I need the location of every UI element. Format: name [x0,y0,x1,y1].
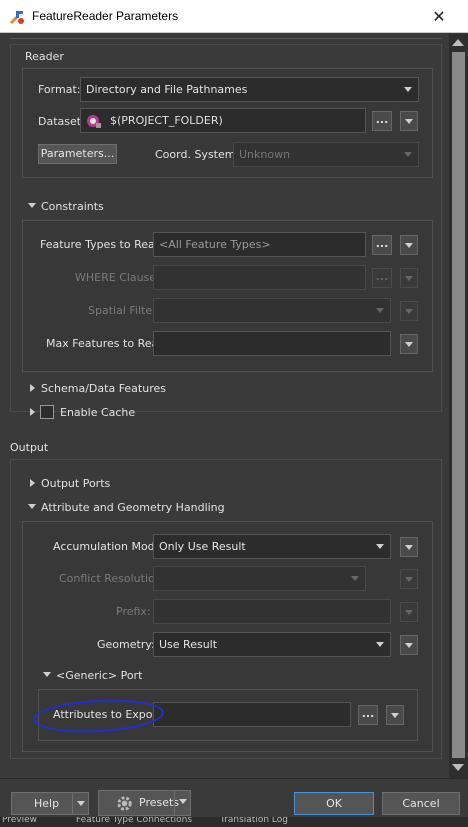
accumulation-mode-value: Only Use Result [159,540,246,553]
spatial-filter-menu-button[interactable] [400,301,418,321]
prefix-field[interactable] [153,599,391,624]
dataset-menu-button[interactable] [400,111,418,131]
help-button-label: Help [34,797,60,810]
generic-port-title[interactable]: <Generic> Port [56,669,142,682]
background-tab[interactable]: Preview [2,817,37,825]
window-title: FeatureReader Parameters [32,9,179,23]
cache-expand-icon[interactable] [30,408,35,416]
scroll-down-icon[interactable] [452,764,464,771]
scroll-thumb[interactable] [452,52,465,758]
spatial-filter-select[interactable] [153,298,391,323]
parameters-scroll-area: Reader Format: Directory and File Pathna… [0,34,449,778]
attributes-to-expose-field[interactable] [153,702,351,727]
transformer-icon [10,11,24,24]
constraints-collapse-icon[interactable] [28,203,36,208]
dataset-icon [87,115,101,128]
title-bar: FeatureReader Parameters ✕ [0,0,468,33]
coord-system-select[interactable]: Unknown [233,142,419,167]
accumulation-mode-select[interactable]: Only Use Result [153,534,391,559]
dialog-window: FeatureReader Parameters ✕ Reader Format… [0,0,468,827]
background-tab[interactable]: Feature Type Connections [76,817,192,825]
cancel-button[interactable]: Cancel [382,792,460,815]
geometry-menu-button[interactable] [400,635,418,655]
feature-types-field[interactable]: <All Feature Types> [153,232,366,257]
feature-types-placeholder: <All Feature Types> [159,238,271,251]
generic-port-collapse-icon[interactable] [43,672,51,677]
format-label: Format: [38,83,81,96]
presets-button[interactable]: Presets [98,790,191,816]
schema-expand-icon[interactable] [30,384,35,392]
chevron-down-icon [376,308,384,313]
handling-collapse-icon[interactable] [28,504,36,509]
feature-types-menu-button[interactable] [400,235,418,255]
chevron-down-icon[interactable] [174,791,190,815]
dataset-label: Dataset: [38,115,85,128]
where-clause-label: WHERE Clause: [75,271,160,284]
coord-system-label: Coord. System: [155,148,240,161]
accumulation-mode-menu-button[interactable] [400,537,418,557]
accumulation-mode-label: Accumulation Mode: [53,540,166,553]
geometry-label: Geometry: [97,638,155,651]
help-button[interactable]: Help [11,792,89,815]
geometry-value: Use Result [159,638,218,651]
format-select[interactable]: Directory and File Pathnames [80,77,419,102]
conflict-resolution-menu-button[interactable] [400,569,418,589]
prefix-menu-button[interactable] [400,602,418,622]
where-clause-menu-button[interactable] [400,268,418,288]
schema-title[interactable]: Schema/Data Features [41,382,166,395]
attributes-browse-button[interactable]: ... [358,705,378,725]
enable-cache-label: Enable Cache [60,406,136,419]
geometry-select[interactable]: Use Result [153,632,391,657]
background-tab-strip: Preview Feature Type Connections Transla… [0,817,468,827]
coord-system-value: Unknown [239,148,291,161]
output-group-title: Output [10,441,49,454]
gear-icon [117,796,132,811]
close-icon[interactable]: ✕ [416,3,462,30]
format-value: Directory and File Pathnames [86,83,248,96]
output-ports-title[interactable]: Output Ports [41,477,110,490]
where-clause-browse-button[interactable]: ... [372,268,392,288]
chevron-down-icon[interactable] [72,793,88,814]
max-features-field[interactable] [153,331,391,356]
constraints-title[interactable]: Constraints [41,200,104,213]
attributes-menu-button[interactable] [386,705,404,725]
background-tab[interactable]: Translation Log [220,817,288,825]
dataset-browse-button[interactable]: ... [372,111,392,131]
output-ports-expand-icon[interactable] [30,479,35,487]
chevron-down-icon [404,152,412,157]
dataset-field[interactable]: $(PROJECT_FOLDER) [80,108,366,133]
chevron-down-icon [376,544,384,549]
feature-types-browse-button[interactable]: ... [372,235,392,255]
vertical-scrollbar[interactable] [449,34,468,778]
ok-button[interactable]: OK [294,792,374,815]
reader-group-title: Reader [25,50,64,63]
parameters-button[interactable]: Parameters... [38,144,117,164]
feature-types-label: Feature Types to Read: [40,238,166,251]
top-divider [10,38,442,39]
chevron-down-icon [351,576,359,581]
dataset-value: $(PROJECT_FOLDER) [110,114,223,127]
max-features-label: Max Features to Read: [46,337,169,350]
scroll-up-icon[interactable] [452,39,464,46]
conflict-resolution-label: Conflict Resolution: [59,572,166,585]
handling-title[interactable]: Attribute and Geometry Handling [41,501,225,514]
enable-cache-checkbox[interactable] [40,405,54,419]
max-features-menu-button[interactable] [400,334,418,354]
chevron-down-icon [376,642,384,647]
chevron-down-icon [404,87,412,92]
conflict-resolution-select[interactable] [153,566,366,591]
spatial-filter-label: Spatial Filter: [88,304,161,317]
prefix-label: Prefix: [116,605,151,618]
where-clause-field[interactable] [153,265,366,290]
